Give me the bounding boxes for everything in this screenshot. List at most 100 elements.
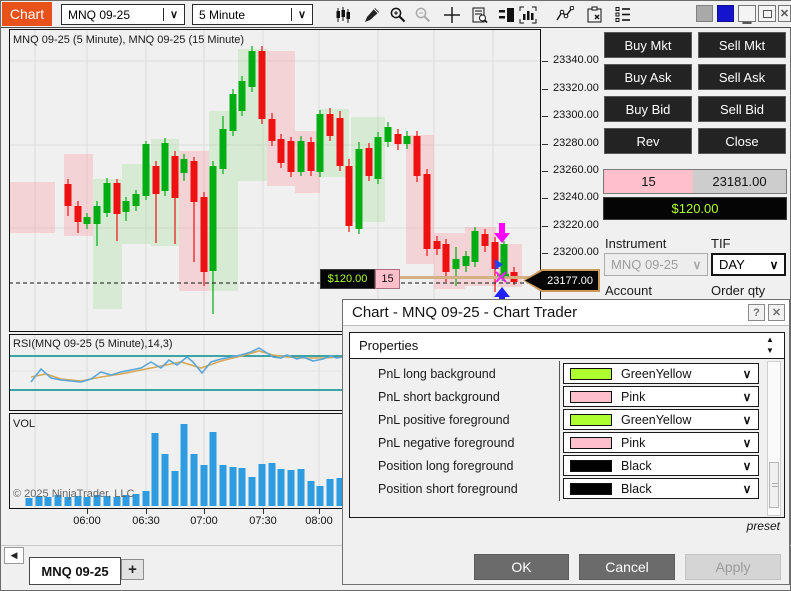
order-qty-field-label: Order qty	[711, 283, 765, 298]
price-axis-tick	[542, 198, 548, 199]
reverse-button[interactable]: Rev	[604, 128, 692, 154]
data-box-icon[interactable]	[471, 6, 489, 24]
color-swatch	[570, 460, 612, 472]
minimize-button[interactable]: ▁	[738, 5, 756, 22]
volume-bar	[220, 465, 227, 506]
chevron-down-icon: ∨	[736, 367, 758, 381]
time-axis-label: 08:00	[295, 515, 343, 527]
sell-bid-button[interactable]: Sell Bid	[698, 96, 786, 122]
time-axis-label: 06:00	[63, 515, 111, 527]
price-chart-panel[interactable]	[9, 29, 541, 332]
close-button[interactable]: ✕	[778, 5, 791, 22]
candle	[239, 81, 246, 111]
volume-bar	[172, 471, 179, 506]
display-settings-icon[interactable]	[614, 6, 632, 24]
zoom-in-icon[interactable]	[389, 6, 407, 24]
scrollbar-thumb[interactable]	[769, 462, 779, 508]
property-row: PnL short background Pink∨	[350, 386, 768, 409]
volume-bar	[239, 468, 246, 506]
properties-icon[interactable]	[586, 6, 604, 24]
tif-dropdown[interactable]: DAY ∨	[711, 253, 786, 276]
property-color-dropdown[interactable]: Black∨	[563, 478, 759, 499]
volume-bar	[249, 477, 256, 506]
tab-mnq-09-25[interactable]: MNQ 09-25	[29, 557, 121, 585]
section-spinner[interactable]: ▲▼	[762, 334, 778, 357]
rsi-label: RSI(MNQ 09-25 (5 Minute),14,3)	[13, 338, 173, 350]
time-axis-tick	[87, 509, 88, 514]
chart-trader-icon[interactable]	[498, 6, 516, 24]
properties-section-header[interactable]: Properties ▲▼	[350, 333, 784, 359]
sell-marker-arrow-down	[494, 223, 510, 243]
property-divider	[559, 361, 560, 386]
property-divider	[559, 384, 560, 409]
volume-label: VOL	[13, 418, 35, 430]
buy-bid-button[interactable]: Buy Bid	[604, 96, 692, 122]
candle	[463, 256, 470, 266]
volume-bar	[181, 424, 188, 506]
dialog-help-button[interactable]: ?	[748, 304, 765, 321]
candle	[123, 201, 130, 212]
indicators-icon[interactable]	[519, 6, 537, 24]
time-axis-tick	[146, 509, 147, 514]
sell-mkt-button[interactable]: Sell Mkt	[698, 32, 786, 58]
color-swatch	[570, 483, 612, 495]
time-axis-tick	[319, 509, 320, 514]
property-color-dropdown[interactable]: Pink∨	[563, 386, 759, 407]
buy-ask-button[interactable]: Buy Ask	[604, 64, 692, 90]
sell-ask-button[interactable]: Sell Ask	[698, 64, 786, 90]
interval-selector[interactable]: 5 Minute ∨	[192, 4, 313, 25]
tab-scroll-left-button[interactable]: ◀	[4, 547, 24, 564]
property-label: PnL long background	[378, 367, 496, 381]
instrument-selector-value: MNQ 09-25	[62, 8, 163, 22]
chevron-down-icon: ∨	[736, 482, 758, 496]
property-color-dropdown[interactable]: GreenYellow∨	[563, 409, 759, 430]
candle	[308, 142, 315, 171]
window-app-tab[interactable]: Chart	[2, 2, 52, 26]
candle	[230, 94, 237, 131]
price-axis-label: 23260.00	[553, 164, 599, 176]
property-color-dropdown[interactable]: Pink∨	[563, 432, 759, 453]
properties-rows: PnL long backgroundGreenYellow∨PnL short…	[350, 363, 768, 501]
buy-mkt-button[interactable]: Buy Mkt	[604, 32, 692, 58]
property-color-dropdown[interactable]: GreenYellow∨	[563, 363, 759, 384]
time-axis-label: 07:30	[239, 515, 287, 527]
cancel-button[interactable]: Cancel	[579, 554, 675, 580]
chevron-down-icon: ∨	[687, 258, 707, 272]
draw-line-icon[interactable]	[556, 6, 574, 24]
candle	[269, 119, 276, 141]
candle	[201, 197, 208, 272]
preset-link[interactable]: preset	[747, 519, 780, 533]
time-axis-tick	[263, 509, 264, 514]
zoom-out-icon[interactable]	[414, 6, 432, 24]
color-swatch-blue-button[interactable]	[717, 5, 734, 22]
crosshair-icon[interactable]	[443, 6, 461, 24]
property-color-dropdown[interactable]: Black∨	[563, 455, 759, 476]
price-axis-tick	[542, 144, 548, 145]
instrument-selector[interactable]: MNQ 09-25 ∨	[61, 4, 185, 25]
property-label: PnL short background	[378, 390, 500, 404]
ok-button[interactable]: OK	[474, 554, 569, 580]
candle	[114, 183, 121, 214]
properties-scrollbar[interactable]	[767, 361, 781, 516]
add-tab-button[interactable]: +	[121, 559, 144, 580]
drawing-tools-icon[interactable]	[363, 6, 381, 24]
close-position-button[interactable]: Close	[698, 128, 786, 154]
chevron-down-icon: ∨	[736, 459, 758, 473]
maximize-button[interactable]	[758, 5, 776, 22]
price-axis-label: 23200.00	[553, 246, 599, 258]
price-axis-tick	[542, 116, 548, 117]
account-field-label: Account	[605, 283, 652, 298]
color-swatch-gray-button[interactable]	[696, 5, 713, 22]
candle	[375, 137, 382, 179]
candle	[385, 127, 392, 142]
property-value: GreenYellow	[612, 413, 736, 427]
property-value: GreenYellow	[612, 367, 736, 381]
chart-style-icon[interactable]	[334, 6, 352, 24]
candle	[143, 144, 150, 196]
volume-bar	[162, 454, 169, 506]
candle	[298, 141, 305, 172]
apply-button[interactable]: Apply	[685, 554, 781, 580]
dialog-title: Chart - MNQ 09-25 - Chart Trader	[352, 304, 577, 321]
dialog-close-button[interactable]: ✕	[768, 304, 785, 321]
candle	[153, 166, 160, 194]
